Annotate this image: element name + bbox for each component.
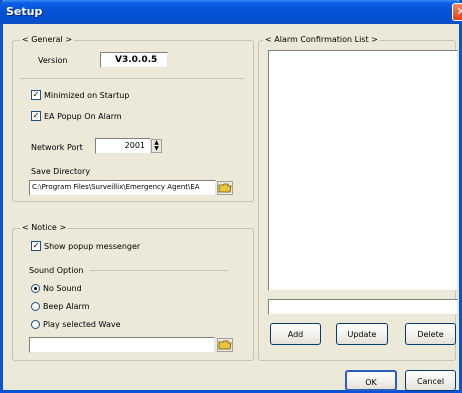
play-wave-label: Play selected Wave — [43, 320, 121, 329]
check-icon: ✓ — [32, 241, 40, 250]
add-button[interactable]: Add — [270, 323, 321, 345]
no-sound-radio[interactable] — [31, 284, 40, 293]
alarm-entry-input[interactable] — [268, 299, 458, 315]
wave-path-input[interactable] — [29, 337, 215, 353]
general-group-title: < General > — [20, 35, 75, 44]
notice-group-title: < Notice > — [20, 223, 69, 232]
version-field: V3.0.0.5 — [100, 52, 168, 68]
save-directory-input[interactable]: C:\Program Files\Surveillix\Emergency Ag… — [29, 180, 216, 196]
version-value: V3.0.0.5 — [115, 55, 158, 65]
network-port-value: 2001 — [124, 141, 145, 150]
window-title: Setup — [6, 5, 43, 18]
show-popup-checkbox[interactable]: ✓ — [31, 241, 41, 251]
ok-button[interactable]: OK — [345, 370, 397, 391]
version-label: Version — [38, 56, 68, 65]
no-sound-label: No Sound — [43, 284, 82, 293]
spin-arrows-icon[interactable]: ▲ ▼ — [151, 139, 162, 153]
network-port-label: Network Port — [31, 143, 83, 152]
check-icon: ✓ — [32, 90, 40, 99]
delete-button[interactable]: Delete — [405, 323, 456, 345]
sound-option-label: Sound Option — [29, 266, 84, 275]
play-wave-radio[interactable] — [31, 320, 40, 329]
minimized-checkbox[interactable]: ✓ — [31, 90, 41, 100]
cancel-button[interactable]: Cancel — [405, 370, 456, 391]
ea-popup-checkbox[interactable]: ✓ — [31, 111, 41, 121]
show-popup-label: Show popup messenger — [44, 242, 141, 251]
general-separator — [20, 78, 244, 79]
beep-alarm-label: Beep Alarm — [43, 302, 90, 311]
close-icon: ✕ — [456, 5, 462, 18]
check-icon: ✓ — [32, 111, 40, 120]
alarm-list-box[interactable] — [268, 50, 458, 291]
close-button[interactable]: ✕ — [452, 3, 462, 21]
ea-popup-label: EA Popup On Alarm — [44, 112, 122, 121]
title-bar[interactable]: Setup — [0, 0, 462, 24]
sound-option-separator — [90, 270, 228, 271]
folder-icon — [218, 340, 232, 350]
alarm-list-group-title: < Alarm Confirmation List > — [263, 35, 380, 44]
minimized-label: Minimized on Startup — [44, 91, 130, 100]
network-port-input[interactable]: 2001 — [95, 138, 151, 154]
browse-directory-button[interactable] — [217, 181, 233, 195]
update-button[interactable]: Update — [336, 323, 388, 345]
save-directory-value: C:\Program Files\Surveillix\Emergency Ag… — [32, 183, 200, 191]
beep-alarm-radio[interactable] — [31, 302, 40, 311]
save-directory-label: Save Directory — [31, 167, 91, 176]
browse-wave-button[interactable] — [217, 338, 233, 352]
folder-icon — [218, 183, 232, 193]
